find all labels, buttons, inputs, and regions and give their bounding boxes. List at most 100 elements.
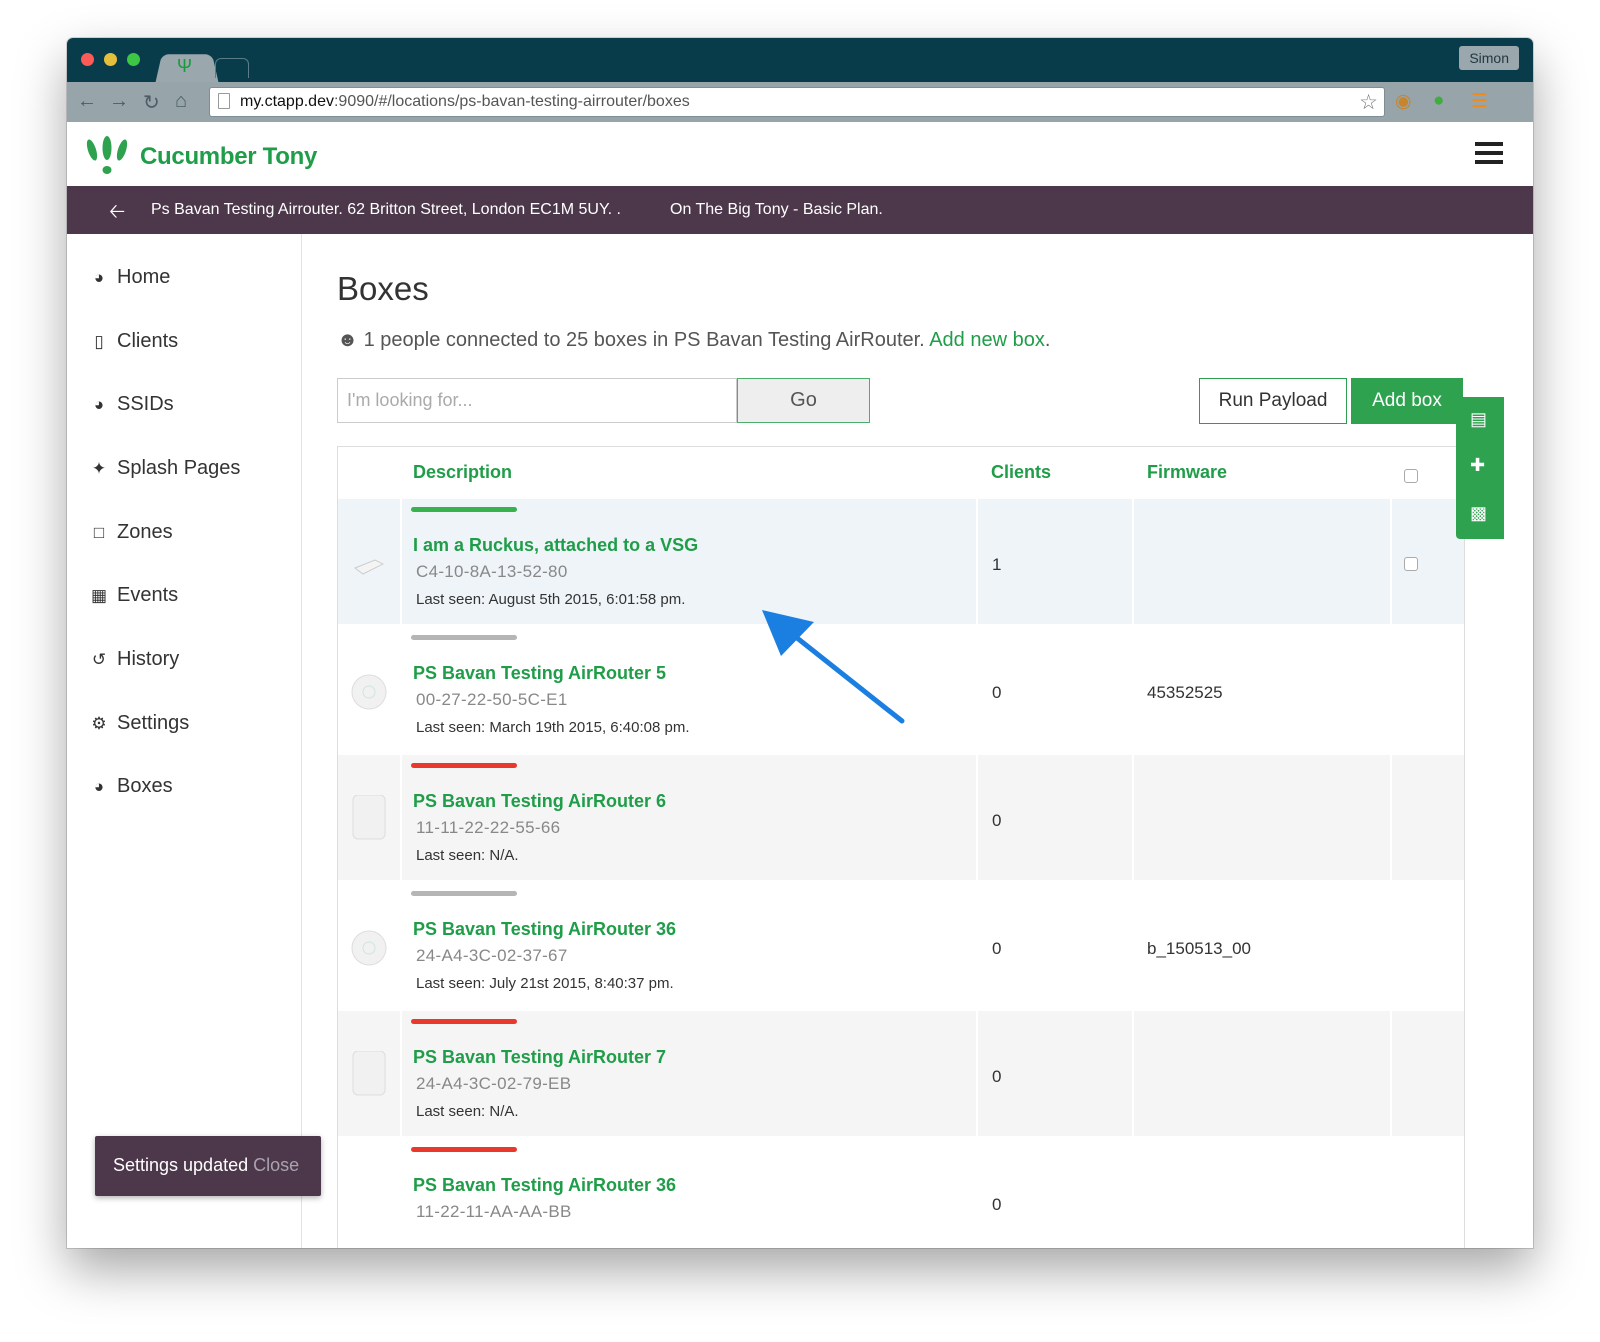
- sidebar-item-label: Events: [117, 584, 179, 606]
- row-last-seen: Last seen: N/A.: [416, 1103, 519, 1120]
- hamburger-menu-icon[interactable]: [1475, 142, 1503, 169]
- row-title[interactable]: I am a Ruckus, attached to a VSG: [413, 535, 698, 556]
- row-title[interactable]: PS Bavan Testing AirRouter 7: [413, 1047, 666, 1068]
- row-mac-address: 11-22-11-AA-AA-BB: [416, 1202, 572, 1221]
- device-round-icon: [351, 674, 387, 710]
- sidebar-item-label: SSIDs: [117, 393, 174, 415]
- comment-icon[interactable]: ▩: [1470, 503, 1487, 524]
- row-mac-address: C4-10-8A-13-52-80: [416, 562, 568, 581]
- row-firmware: 45352525: [1147, 683, 1223, 702]
- row-title[interactable]: PS Bavan Testing AirRouter 36: [413, 1175, 676, 1196]
- home-icon[interactable]: ⌂: [175, 90, 187, 113]
- sidebar-item-events[interactable]: ▦ Events: [89, 584, 178, 607]
- table-cell: [1134, 499, 1390, 624]
- app-header: Cucumber Tony: [67, 122, 1533, 186]
- add-box-button[interactable]: Add box: [1351, 378, 1463, 424]
- address-bar[interactable]: my.ctapp.dev:9090/#/locations/ps-bavan-t…: [209, 87, 1385, 117]
- run-payload-button[interactable]: Run Payload: [1199, 378, 1347, 424]
- column-header-description[interactable]: Description: [413, 462, 512, 483]
- page-title: Boxes: [337, 270, 429, 307]
- table-cell: [1392, 627, 1464, 752]
- plan-info: On The Big Tony - Basic Plan.: [670, 201, 883, 218]
- column-header-firmware[interactable]: Firmware: [1147, 462, 1227, 483]
- sidebar-item-boxes[interactable]: ◕ Boxes: [89, 775, 173, 798]
- main-content: Boxes ☻ 1 people connected to 25 boxes i…: [303, 234, 1533, 1248]
- row-mac-address: 00-27-22-50-5C-E1: [416, 690, 568, 709]
- boxes-summary: ☻ 1 people connected to 25 boxes in PS B…: [337, 329, 1050, 352]
- device-square-icon: [351, 1050, 387, 1096]
- menu-extension-icon[interactable]: ☰: [1471, 90, 1488, 113]
- table-row[interactable]: PS Bavan Testing AirRouter 7 24-A4-3C-02-…: [338, 1011, 1464, 1138]
- sidebar-item-splash-pages[interactable]: ✦ Splash Pages: [89, 457, 241, 480]
- toast-close-button[interactable]: Close: [253, 1155, 299, 1175]
- settings-toast: Settings updated Close: [95, 1136, 321, 1196]
- row-mac-address: 11-11-22-22-55-66: [416, 818, 561, 837]
- history-icon: ↺: [91, 649, 107, 669]
- book-icon[interactable]: ▤: [1470, 409, 1487, 430]
- device-ruckus-icon: [351, 546, 387, 582]
- side-dock: ▤ ✚ ▩: [1456, 397, 1504, 539]
- table-row[interactable]: I am a Ruckus, attached to a VSG C4-10-8A…: [338, 499, 1464, 626]
- sidebar-item-label: Settings: [117, 712, 190, 734]
- sidebar-item-label: Home: [117, 266, 171, 288]
- row-checkbox[interactable]: [1404, 557, 1418, 571]
- go-button[interactable]: Go: [737, 378, 870, 423]
- sidebar-item-label: Splash Pages: [117, 457, 241, 479]
- row-title[interactable]: PS Bavan Testing AirRouter 6: [413, 791, 666, 812]
- search-input[interactable]: I'm looking for...: [337, 378, 737, 423]
- dashboard-icon: ◕: [93, 267, 105, 287]
- add-new-box-link[interactable]: Add new box: [929, 329, 1045, 351]
- wifi-icon: ◕: [93, 394, 105, 414]
- table-row[interactable]: PS Bavan Testing AirRouter 36 11-22-11-AA…: [338, 1139, 1464, 1248]
- sidebar-item-settings[interactable]: ⚙ Settings: [89, 712, 189, 735]
- status-bar: [411, 891, 517, 896]
- cucumber-logo-icon[interactable]: [85, 136, 129, 176]
- brand-name[interactable]: Cucumber Tony: [140, 143, 317, 171]
- profile-button[interactable]: Simon: [1459, 46, 1519, 70]
- row-clients: 0: [992, 811, 1002, 830]
- table-cell: [1134, 1139, 1390, 1248]
- row-clients: 0: [992, 683, 1002, 702]
- row-last-seen: Last seen: August 5th 2015, 6:01:58 pm.: [416, 591, 686, 608]
- cookie-extension-icon[interactable]: ◉: [1395, 90, 1412, 113]
- browser-window: Ψ Simon ← → ↻ ⌂ my.ctapp.dev:9090/#/loca…: [67, 38, 1533, 1248]
- sidebar-item-home[interactable]: ◕ Home: [89, 266, 171, 289]
- sidebar-item-clients[interactable]: ▯ Clients: [89, 330, 178, 353]
- back-icon[interactable]: ←: [77, 90, 97, 113]
- table-row[interactable]: PS Bavan Testing AirRouter 36 24-A4-3C-02…: [338, 883, 1464, 1010]
- table-row[interactable]: PS Bavan Testing AirRouter 6 11-11-22-22-…: [338, 755, 1464, 882]
- sidebar-item-history[interactable]: ↺ History: [89, 648, 179, 671]
- status-bar: [411, 507, 517, 512]
- back-arrow-icon[interactable]: 🡠: [109, 197, 125, 231]
- sidebar-item-zones[interactable]: □ Zones: [89, 521, 173, 544]
- row-mac-address: 24-A4-3C-02-37-67: [416, 946, 568, 965]
- row-clients: 0: [992, 1067, 1002, 1086]
- location-address: Ps Bavan Testing Airrouter. 62 Britton S…: [151, 201, 621, 218]
- zoom-window-button[interactable]: [127, 53, 140, 66]
- cucumber-favicon-icon: Ψ: [177, 56, 193, 76]
- device-round-icon: [351, 930, 387, 966]
- url-text[interactable]: my.ctapp.dev:9090/#/locations/ps-bavan-t…: [240, 93, 690, 111]
- cogs-icon: ⚙: [91, 713, 107, 733]
- magic-wand-icon: ✦: [91, 458, 107, 478]
- sidebar-item-ssids[interactable]: ◕ SSIDs: [89, 393, 174, 416]
- select-all-checkbox[interactable]: [1404, 469, 1418, 483]
- new-tab-button[interactable]: [215, 58, 249, 78]
- forward-icon[interactable]: →: [109, 90, 129, 113]
- row-title[interactable]: PS Bavan Testing AirRouter 5: [413, 663, 666, 684]
- evernote-extension-icon[interactable]: ●: [1433, 90, 1444, 112]
- summary-end: .: [1044, 329, 1051, 351]
- location-bar: 🡠 Ps Bavan Testing Airrouter. 62 Britton…: [67, 186, 1533, 234]
- boxes-table: Description Clients Firmware I am a Ruck…: [337, 446, 1465, 1248]
- table-cell: [338, 1139, 400, 1248]
- folder-icon: □: [93, 522, 105, 542]
- close-window-button[interactable]: [81, 53, 94, 66]
- minimize-window-button[interactable]: [104, 53, 117, 66]
- column-header-clients[interactable]: Clients: [991, 462, 1051, 483]
- row-title[interactable]: PS Bavan Testing AirRouter 36: [413, 919, 676, 940]
- ambulance-icon[interactable]: ✚: [1470, 455, 1485, 476]
- row-clients: 0: [992, 939, 1002, 958]
- status-bar: [411, 635, 517, 640]
- reload-icon[interactable]: ↻: [143, 90, 160, 115]
- bookmark-star-icon[interactable]: ☆: [1359, 90, 1378, 115]
